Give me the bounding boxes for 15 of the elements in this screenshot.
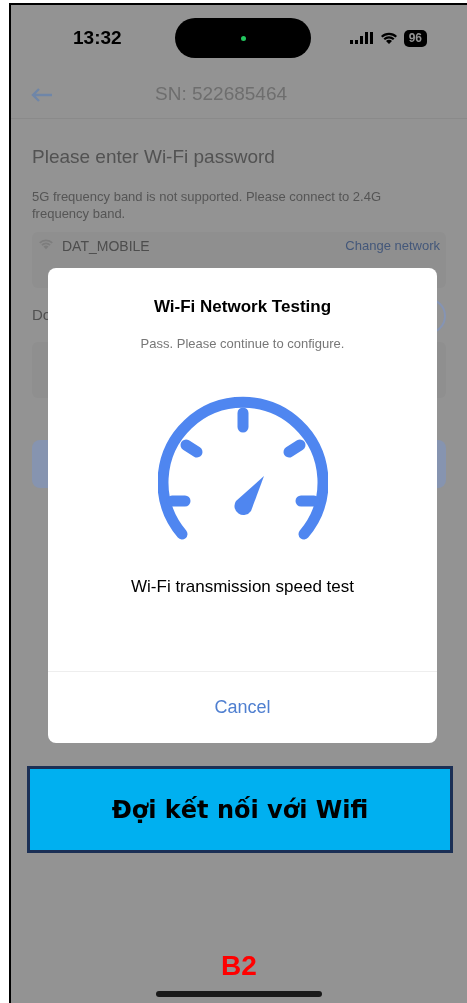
step-label: B2 <box>221 951 257 981</box>
battery-level: 96 <box>403 29 427 47</box>
signal-icon <box>349 31 374 45</box>
dialog-caption: Wi-Fi transmission speed test <box>131 576 354 598</box>
status-time: 13:32 <box>73 25 123 50</box>
wifi-icon <box>379 31 398 45</box>
band-note: 5G frequency band is not supported. Please connect to 2.4G frequency band. <box>32 187 383 222</box>
dialog-title: Wi-Fi Network Testing <box>153 296 332 318</box>
change-network-link[interactable]: Change network <box>345 235 440 255</box>
cancel-button[interactable]: Cancel <box>214 694 271 721</box>
back-arrow-icon[interactable] <box>31 87 53 102</box>
page-heading: Please enter Wi-Fi password <box>32 145 276 169</box>
dialog-subtitle: Pass. Please continue to configure. <box>140 334 345 353</box>
annotation-banner: Đợi kết nối với Wifi <box>27 766 453 853</box>
network-name: DAT_MOBILE <box>62 236 150 256</box>
